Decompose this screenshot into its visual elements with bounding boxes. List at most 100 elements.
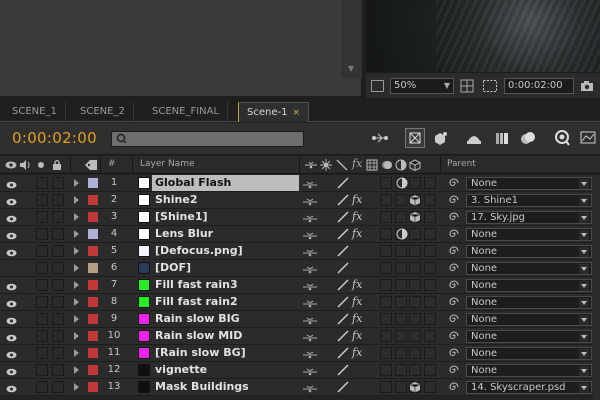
frame-blend-column-icon[interactable]: [366, 159, 378, 171]
grid-overlay-icon[interactable]: [460, 79, 474, 93]
layer-switch-box[interactable]: [409, 313, 421, 325]
quality-icon[interactable]: [336, 380, 350, 394]
solo-toggle[interactable]: [36, 381, 48, 393]
solo-toggle[interactable]: [36, 279, 48, 291]
layer-row[interactable]: 2 Shine2 fx 3. Shine1: [0, 192, 600, 209]
parent-dropdown[interactable]: None: [466, 177, 592, 190]
parent-dropdown[interactable]: None: [466, 330, 592, 343]
layer-switch-box[interactable]: [395, 313, 407, 325]
layer-switch-box[interactable]: [409, 296, 421, 308]
quality-icon[interactable]: [336, 295, 350, 309]
shy-icon[interactable]: [303, 230, 317, 240]
expand-triangle-icon[interactable]: [74, 264, 79, 272]
eye-toggle-off[interactable]: [6, 264, 17, 272]
parent-dropdown[interactable]: None: [466, 347, 592, 360]
layer-switch-box[interactable]: [395, 245, 407, 257]
eye-icon[interactable]: [6, 281, 17, 291]
shy-icon[interactable]: [303, 179, 317, 189]
expand-triangle-icon[interactable]: [74, 281, 79, 289]
fx-icon[interactable]: fx: [352, 345, 364, 361]
layer-switch-box[interactable]: [395, 262, 407, 274]
label-color[interactable]: [88, 348, 98, 358]
quality-icon[interactable]: [336, 244, 350, 258]
layer-switch-box[interactable]: [409, 262, 421, 274]
pick-whip-icon[interactable]: [448, 194, 460, 206]
parent-dropdown[interactable]: 17. Sky.jpg: [466, 211, 592, 224]
quality-switch-icon[interactable]: [336, 159, 348, 171]
viewer-timecode[interactable]: 0:00:02:00: [504, 78, 574, 94]
layer-switch-box[interactable]: [409, 364, 421, 376]
layer-switch-box[interactable]: [380, 194, 392, 206]
shy-icon[interactable]: [303, 383, 317, 393]
pick-whip-icon[interactable]: [448, 364, 460, 376]
expand-triangle-icon[interactable]: [74, 247, 79, 255]
layer-switch-box[interactable]: [380, 245, 392, 257]
layer-switch-box[interactable]: [380, 330, 392, 342]
expand-triangle-icon[interactable]: [74, 298, 79, 306]
layer-switch-box[interactable]: [424, 194, 436, 206]
solo-toggle[interactable]: [36, 245, 48, 257]
quality-icon[interactable]: [336, 363, 350, 377]
fx-icon[interactable]: fx: [352, 226, 364, 242]
layer-row[interactable]: 7 Fill fast rain3 fx None: [0, 277, 600, 294]
label-color[interactable]: [88, 280, 98, 290]
layer-row[interactable]: 8 Fill fast rain2 fx None: [0, 294, 600, 311]
layer-name[interactable]: Rain slow MID: [152, 328, 299, 344]
parent-dropdown[interactable]: 14. Skyscraper.psd: [466, 381, 592, 394]
effects-column-icon[interactable]: fx: [352, 157, 362, 170]
pick-whip-icon[interactable]: [448, 296, 460, 308]
brainstorm-icon[interactable]: [518, 128, 538, 148]
quality-icon[interactable]: [336, 346, 350, 360]
layer-switch-box[interactable]: [395, 381, 407, 393]
tab-scene-1-active[interactable]: Scene-1 ×: [238, 102, 310, 122]
lock-toggle[interactable]: [52, 296, 64, 308]
label-color[interactable]: [88, 229, 98, 239]
composition-viewer[interactable]: [366, 0, 600, 72]
current-time-display[interactable]: 0:00:02:00: [12, 129, 97, 147]
shy-icon[interactable]: [303, 281, 317, 291]
always-preview-icon[interactable]: [371, 80, 384, 92]
layer-row[interactable]: 11 [Rain slow BG] fx None: [0, 345, 600, 362]
expand-triangle-icon[interactable]: [74, 196, 79, 204]
expand-triangle-icon[interactable]: [74, 332, 79, 340]
lock-toggle[interactable]: [52, 364, 64, 376]
pick-whip-icon[interactable]: [448, 177, 460, 189]
quality-icon[interactable]: [336, 176, 350, 190]
3d-cube-icon[interactable]: [409, 381, 421, 393]
layer-switch-box[interactable]: [395, 194, 407, 206]
parent-dropdown[interactable]: None: [466, 313, 592, 326]
layer-switch-box[interactable]: [395, 347, 407, 359]
eye-icon[interactable]: [6, 196, 17, 206]
draft-3d-icon[interactable]: [405, 128, 425, 148]
solo-column-icon[interactable]: [37, 161, 45, 169]
lock-toggle[interactable]: [52, 330, 64, 342]
shy-switch-icon[interactable]: [304, 161, 318, 169]
eye-icon[interactable]: [6, 179, 17, 189]
layer-row[interactable]: 4 Lens Blur fx None: [0, 226, 600, 243]
fx-icon[interactable]: fx: [352, 328, 364, 344]
eye-icon[interactable]: [6, 213, 17, 223]
layer-row[interactable]: 5 [Defocus.png] None: [0, 243, 600, 260]
shy-icon[interactable]: [303, 247, 317, 257]
shy-icon[interactable]: [303, 196, 317, 206]
layer-switch-box[interactable]: [424, 262, 436, 274]
expand-triangle-icon[interactable]: [74, 315, 79, 323]
layer-name[interactable]: [Shine1]: [152, 209, 299, 225]
expand-triangle-icon[interactable]: [74, 230, 79, 238]
pick-whip-icon[interactable]: [448, 279, 460, 291]
audio-column-icon[interactable]: [19, 160, 31, 170]
layer-switch-box[interactable]: [424, 364, 436, 376]
label-color[interactable]: [88, 365, 98, 375]
quality-icon[interactable]: [336, 278, 350, 292]
solo-toggle[interactable]: [36, 364, 48, 376]
layer-switch-box[interactable]: [395, 330, 407, 342]
expand-triangle-icon[interactable]: [74, 213, 79, 221]
shy-icon[interactable]: [303, 264, 317, 274]
pick-whip-icon[interactable]: [448, 262, 460, 274]
lock-toggle[interactable]: [52, 194, 64, 206]
layer-switch-box[interactable]: [380, 296, 392, 308]
pick-whip-icon[interactable]: [448, 313, 460, 325]
auto-keyframe-icon[interactable]: [552, 128, 572, 148]
adjustment-icon[interactable]: [396, 228, 408, 240]
lock-toggle[interactable]: [52, 177, 64, 189]
